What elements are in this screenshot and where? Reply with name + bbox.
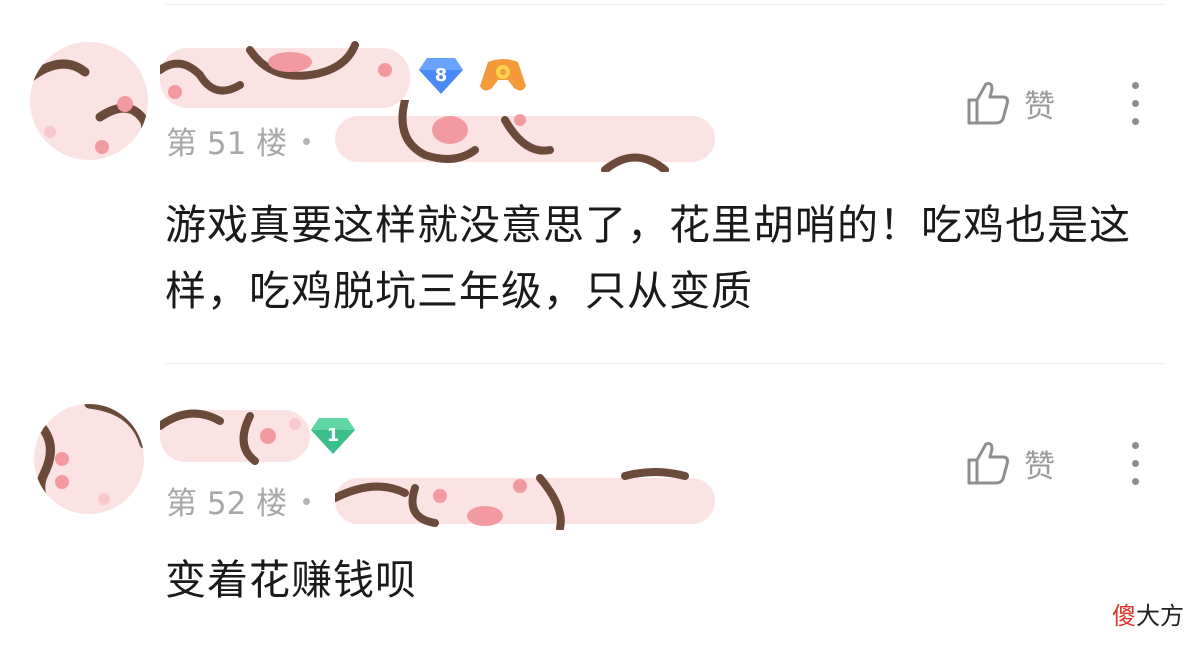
gaming-controller-icon — [478, 56, 528, 96]
thumbs-up-icon — [967, 82, 1010, 125]
separator-dot — [303, 138, 311, 145]
more-options-icon[interactable] — [1126, 80, 1146, 128]
like-button[interactable]: 赞 — [966, 440, 1055, 486]
avatar[interactable] — [34, 404, 144, 514]
more-options-icon[interactable] — [1126, 440, 1146, 488]
floor-info: 第 52 楼 — [166, 478, 311, 523]
avatar[interactable] — [30, 42, 148, 160]
level-badge: 1 — [310, 416, 356, 456]
thumbs-up-icon — [967, 442, 1010, 485]
like-button[interactable]: 赞 — [966, 80, 1055, 126]
floor-label: 第 52 楼 — [166, 486, 288, 522]
watermark-red-part: 傻 — [1112, 602, 1136, 630]
comment-list: 8 第 51 楼 赞 游戏真要这样就没意思了，花里胡哨的！吃鸡也是这样，吃鸡脱坑… — [0, 0, 1200, 653]
userinfo-mask — [335, 468, 715, 530]
comment-text: 游戏真要这样就没意思了，花里胡哨的！吃鸡也是这样，吃鸡脱坑三年级，只从变质 — [165, 201, 1131, 315]
like-label: 赞 — [1024, 88, 1055, 125]
like-label: 赞 — [1024, 448, 1055, 485]
floor-info: 第 51 楼 — [166, 118, 311, 163]
top-divider — [165, 4, 1164, 5]
comment-divider — [165, 363, 1164, 364]
username-mask — [160, 406, 310, 466]
separator-dot — [303, 498, 311, 505]
watermark: 傻大方 — [1112, 596, 1184, 631]
userinfo-mask — [335, 100, 715, 172]
floor-label: 第 51 楼 — [166, 126, 288, 162]
watermark-dark-part: 大方 — [1136, 602, 1184, 630]
level-badge: 8 — [418, 56, 464, 96]
comment-text: 变着花赚钱呗 — [165, 556, 417, 604]
